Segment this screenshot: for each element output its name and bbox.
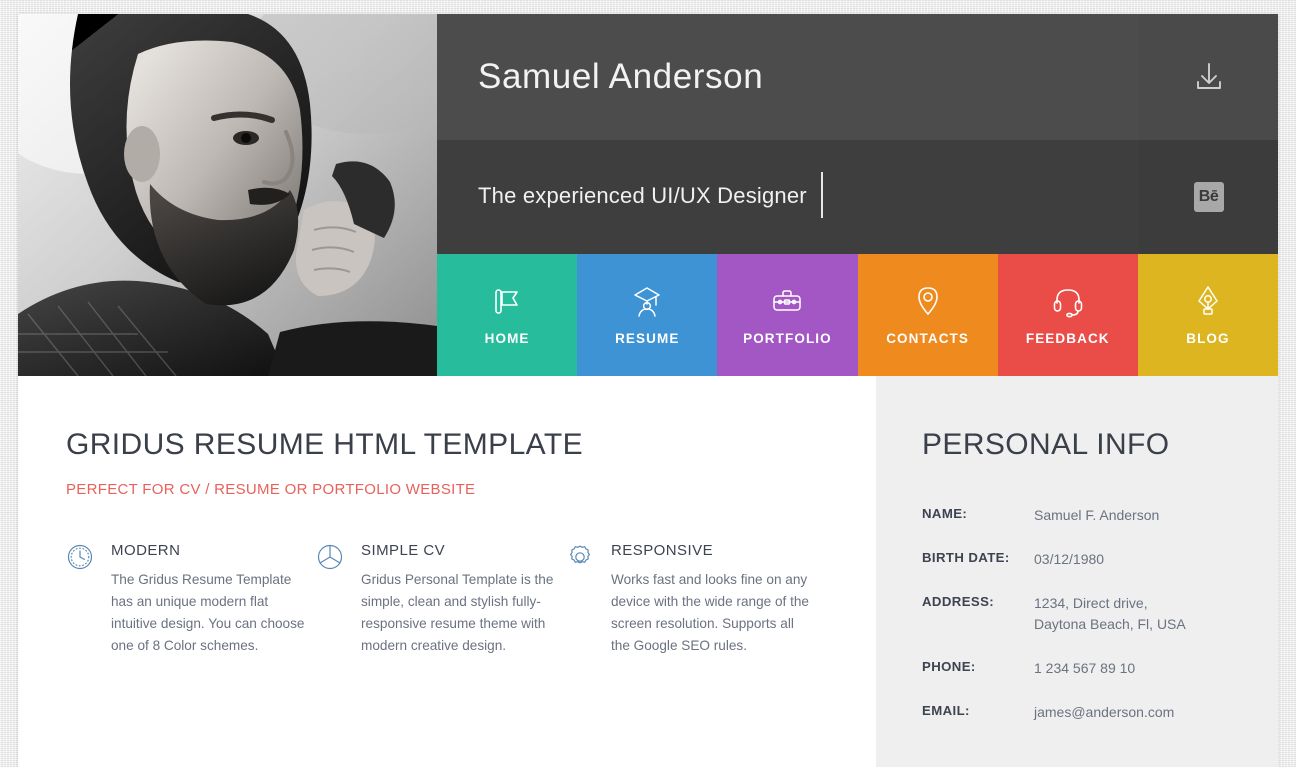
feature-body: SIMPLE CV Gridus Personal Template is th… [361,542,566,657]
briefcase-icon [773,290,802,311]
headset-icon [1053,289,1083,318]
nav-item-contacts[interactable]: CONTACTS [857,254,998,376]
typing-caret [820,172,823,218]
personal-info-label: PHONE: [922,659,976,674]
personal-info-row: PHONE: 1 234 567 89 10 [922,658,1278,679]
personal-info-value-line: 03/12/1980 [1034,551,1105,567]
personal-info-row: BIRTH DATE: 03/12/1980 [922,549,1278,570]
personal-info-row: NAME: Samuel F. Anderson [922,505,1278,526]
nav-item-portfolio[interactable]: PORTFOLIO [717,254,858,376]
personal-info-label: BIRTH DATE: [922,550,1010,565]
header-region: Samuel Anderson The experienced UI/UX De… [18,14,1278,376]
nav-label-resume: RESUME [615,331,680,346]
feature-text: Works fast and looks fine on any device … [611,572,809,653]
flag-icon [495,289,518,314]
behance-icon: Bē [1193,182,1224,212]
pen-nib-icon [1198,286,1218,315]
personal-info-value: Samuel F. Anderson [1034,505,1278,526]
nav-label-contacts: CONTACTS [886,331,969,346]
hero-name-row: Samuel Anderson [437,14,1278,140]
feature-list: MODERN The Gridus Resume Template has an… [66,542,876,657]
personal-info-label: NAME: [922,506,968,521]
feature-title: RESPONSIVE [611,542,714,559]
nav-label-blog: BLOG [1186,331,1230,346]
download-button[interactable] [1139,14,1278,140]
personal-info-value: 1 234 567 89 10 [1034,658,1278,679]
nav-label-feedback: FEEDBACK [1025,331,1110,346]
feature-text: Gridus Personal Template is the simple, … [361,572,554,653]
feature-body: RESPONSIVE Works fast and looks fine on … [611,542,816,657]
resume-page-card: Samuel Anderson The experienced UI/UX De… [18,14,1278,767]
hero-tagline-wrap: The experienced UI/UX Designer [478,172,823,220]
gear-icon [570,545,590,564]
page-title: GRIDUS RESUME HTML TEMPLATE [66,428,583,461]
personal-info-label: ADDRESS: [922,594,995,609]
main-left-column: GRIDUS RESUME HTML TEMPLATE PERFECT FOR … [18,376,876,767]
header-right-column: Samuel Anderson The experienced UI/UX De… [437,14,1278,376]
main-content: GRIDUS RESUME HTML TEMPLATE PERFECT FOR … [18,376,1278,767]
nav-item-blog[interactable]: BLOG [1137,254,1278,376]
profile-photo-image [18,14,437,376]
map-pin-icon [917,287,938,315]
feature-item: RESPONSIVE Works fast and looks fine on … [566,542,816,657]
profile-photo [18,14,437,376]
feature-title: SIMPLE CV [361,542,446,559]
personal-info-value-line-2: Daytona Beach, Fl, USA [1034,616,1186,632]
hero-name-cell: Samuel Anderson [437,14,1139,140]
personal-info-value: james@anderson.com [1034,702,1278,723]
feature-item: SIMPLE CV Gridus Personal Template is th… [316,542,566,657]
graduation-cap-icon [634,287,660,317]
main-navigation: HOME RESUME PORTFOLIO CONTACTS FEEDBACK … [437,254,1278,376]
hero-tagline-row: The experienced UI/UX Designer Bē [437,140,1278,254]
nav-item-home[interactable]: HOME [437,254,578,376]
personal-info-value: 03/12/1980 [1034,549,1278,570]
nav-item-resume[interactable]: RESUME [577,254,718,376]
personal-info-panel: PERSONAL INFO NAME: Samuel F. Anderson B… [876,376,1278,767]
personal-info-row: ADDRESS: 1234, Direct drive, Daytona Bea… [922,593,1278,635]
feature-title: MODERN [111,542,181,559]
behance-link[interactable]: Bē [1139,140,1278,254]
download-icon [1196,63,1221,89]
personal-info-label: EMAIL: [922,703,970,718]
personal-info-value-line: 1234, Direct drive, [1034,595,1148,611]
nav-item-feedback[interactable]: FEEDBACK [997,254,1138,376]
feature-item: MODERN The Gridus Resume Template has an… [66,542,316,657]
page-subtitle: PERFECT FOR CV / RESUME OR PORTFOLIO WEB… [66,481,476,498]
pie-chart-icon [317,544,343,570]
personal-info-value-line: 1 234 567 89 10 [1034,660,1136,676]
personal-info-value-line: Samuel F. Anderson [1034,507,1160,523]
feature-body: MODERN The Gridus Resume Template has an… [111,542,316,657]
nav-label-home: HOME [484,331,530,346]
clock-icon [67,544,93,570]
personal-info-email[interactable]: james@anderson.com [1034,702,1278,723]
personal-info-list: NAME: Samuel F. Anderson BIRTH DATE: 03/… [922,505,1278,723]
feature-text: The Gridus Resume Template has an unique… [111,572,305,653]
nav-label-portfolio: PORTFOLIO [743,331,832,346]
personal-info-row: EMAIL: james@anderson.com [922,702,1278,723]
hero-tagline: The experienced UI/UX Designer [478,182,807,208]
personal-info-title: PERSONAL INFO [922,428,1170,461]
hero-tagline-cell: The experienced UI/UX Designer [437,140,1139,254]
hero-name: Samuel Anderson [478,57,764,96]
personal-info-value: 1234, Direct drive, Daytona Beach, Fl, U… [1034,593,1278,635]
hero-rows: Samuel Anderson The experienced UI/UX De… [437,14,1278,254]
